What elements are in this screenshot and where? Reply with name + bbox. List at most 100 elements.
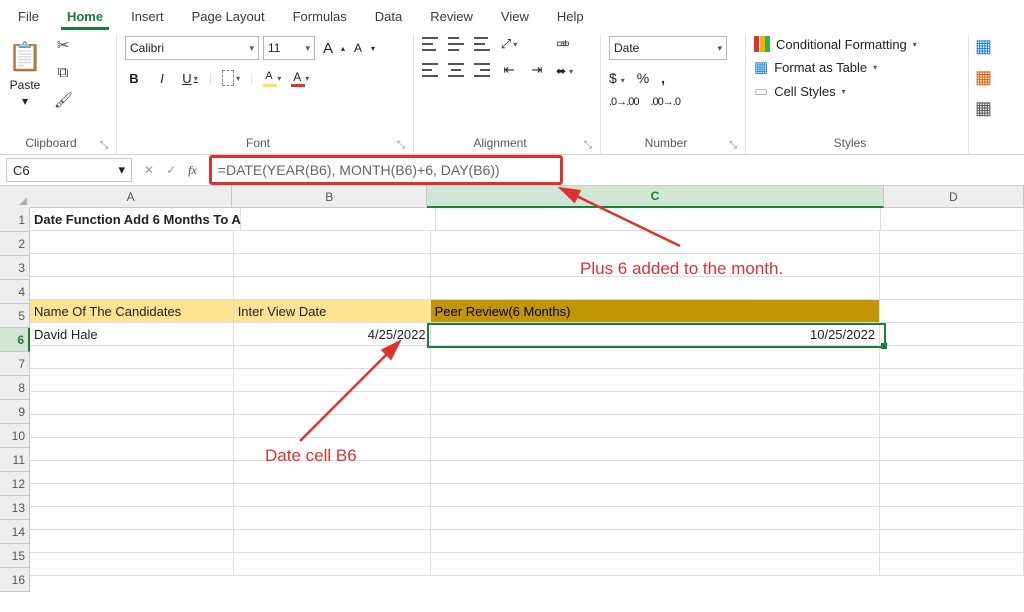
row-header[interactable]: 8 (0, 376, 30, 400)
copy-icon[interactable]: ⧉ (54, 64, 72, 81)
format-as-table-button[interactable]: Format as Table▾ (754, 58, 934, 76)
menu-file[interactable]: File (6, 5, 51, 28)
currency-button[interactable]: $ ▾ (609, 70, 625, 86)
cell[interactable] (880, 530, 1024, 553)
row-header[interactable]: 7 (0, 352, 30, 376)
cell[interactable] (431, 346, 880, 369)
cell-A1[interactable]: Date Function Add 6 Months To A Date (30, 208, 241, 231)
decrease-decimal-icon[interactable]: .00→.0 (650, 96, 679, 108)
cell-C6[interactable]: 10/25/2022 (431, 323, 880, 346)
menu-help[interactable]: Help (545, 5, 596, 28)
cell-B1[interactable] (241, 208, 436, 231)
worksheet[interactable]: A B C D 1 2 3 4 5 6 7 8 9 10 11 12 13 14… (0, 186, 1024, 612)
cell[interactable] (30, 438, 234, 461)
number-format-combo[interactable]: Date ▾ (609, 36, 727, 60)
cell[interactable] (234, 346, 431, 369)
cell[interactable] (234, 277, 431, 300)
menu-page-layout[interactable]: Page Layout (180, 5, 277, 28)
align-left-icon[interactable] (422, 63, 438, 77)
alignment-launcher-icon[interactable]: ⤡ (584, 140, 592, 151)
cell[interactable] (30, 530, 234, 553)
clipboard-launcher-icon[interactable]: ⤡ (100, 140, 108, 151)
cell-D1[interactable] (881, 208, 1024, 231)
cell[interactable] (234, 231, 431, 254)
cell[interactable] (30, 415, 234, 438)
cell-C1[interactable] (436, 208, 881, 231)
font-launcher-icon[interactable]: ⤡ (397, 140, 405, 151)
cell[interactable] (234, 461, 431, 484)
cell[interactable] (431, 438, 880, 461)
cell[interactable] (30, 461, 234, 484)
fill-color-button[interactable]: ▾ (263, 72, 281, 84)
row-header[interactable]: 14 (0, 520, 30, 544)
cell[interactable] (234, 553, 431, 576)
italic-button[interactable]: I (153, 71, 171, 86)
shrink-font-icon[interactable]: A (349, 41, 367, 55)
row-header[interactable]: 2 (0, 232, 30, 256)
col-header-B[interactable]: B (232, 186, 427, 208)
menu-insert[interactable]: Insert (119, 5, 176, 28)
overflow-icon-2[interactable] (975, 67, 992, 88)
orientation-icon[interactable]: ⤢▾ (500, 36, 518, 52)
col-header-A[interactable]: A (30, 186, 232, 208)
cell[interactable] (880, 392, 1024, 415)
row-header[interactable]: 4 (0, 280, 30, 304)
underline-button[interactable]: U▾ (181, 71, 199, 86)
increase-decimal-icon[interactable]: .0→.00 (609, 96, 638, 108)
cell[interactable] (234, 415, 431, 438)
cell[interactable] (431, 484, 880, 507)
select-all-corner[interactable] (0, 186, 31, 209)
bold-button[interactable]: B (125, 71, 143, 86)
formula-bar[interactable]: =DATE(YEAR(B6), MONTH(B6)+6, DAY(B6)) (209, 155, 563, 185)
cell[interactable] (880, 484, 1024, 507)
name-box[interactable]: C6 ▾ (6, 158, 132, 182)
cell[interactable] (431, 369, 880, 392)
cut-icon[interactable]: ✂ (54, 36, 72, 54)
row-header[interactable]: 5 (0, 304, 30, 328)
cell-C5[interactable]: Peer Review(6 Months) (431, 300, 880, 323)
menu-data[interactable]: Data (363, 5, 414, 28)
col-header-C[interactable]: C (427, 186, 883, 208)
paste-dropdown-icon[interactable]: ▾ (22, 94, 28, 108)
cell[interactable] (30, 346, 234, 369)
cell-styles-button[interactable]: Cell Styles▾ (754, 82, 934, 100)
cell[interactable] (431, 530, 880, 553)
cell[interactable] (880, 553, 1024, 576)
align-center-icon[interactable] (448, 63, 464, 77)
cell[interactable] (30, 553, 234, 576)
row-header[interactable]: 16 (0, 568, 30, 592)
cell[interactable] (431, 415, 880, 438)
format-painter-icon[interactable]: 🖌 (54, 91, 72, 109)
number-launcher-icon[interactable]: ⤡ (729, 140, 737, 151)
cell[interactable] (880, 254, 1024, 277)
cell[interactable] (234, 254, 431, 277)
paste-icon[interactable]: 📋 (8, 36, 42, 76)
cell[interactable] (431, 231, 880, 254)
cell[interactable] (431, 277, 880, 300)
conditional-formatting-button[interactable]: Conditional Formatting▾ (754, 36, 934, 52)
cell[interactable] (234, 438, 431, 461)
align-top-icon[interactable] (422, 37, 438, 51)
cell[interactable] (30, 254, 234, 277)
cell[interactable] (880, 438, 1024, 461)
border-button[interactable]: ▾ (222, 70, 240, 86)
cell[interactable] (880, 346, 1024, 369)
cell[interactable] (880, 369, 1024, 392)
overflow-icon-3[interactable] (975, 98, 992, 119)
cell[interactable] (880, 277, 1024, 300)
cell[interactable] (30, 231, 234, 254)
cell[interactable] (234, 369, 431, 392)
row-header[interactable]: 9 (0, 400, 30, 424)
comma-button[interactable]: , (661, 70, 665, 86)
cell[interactable] (431, 553, 880, 576)
indent-increase-icon[interactable]: ⇥ (528, 62, 546, 78)
menu-review[interactable]: Review (418, 5, 485, 28)
cell[interactable] (30, 507, 234, 530)
cell[interactable] (30, 392, 234, 415)
align-middle-icon[interactable] (448, 37, 464, 51)
cell[interactable] (30, 369, 234, 392)
merge-center-button[interactable]: ⬌▾ (556, 64, 573, 78)
cell[interactable] (234, 392, 431, 415)
cell-B6[interactable]: 4/25/2022 (234, 323, 431, 346)
row-header[interactable]: 3 (0, 256, 30, 280)
